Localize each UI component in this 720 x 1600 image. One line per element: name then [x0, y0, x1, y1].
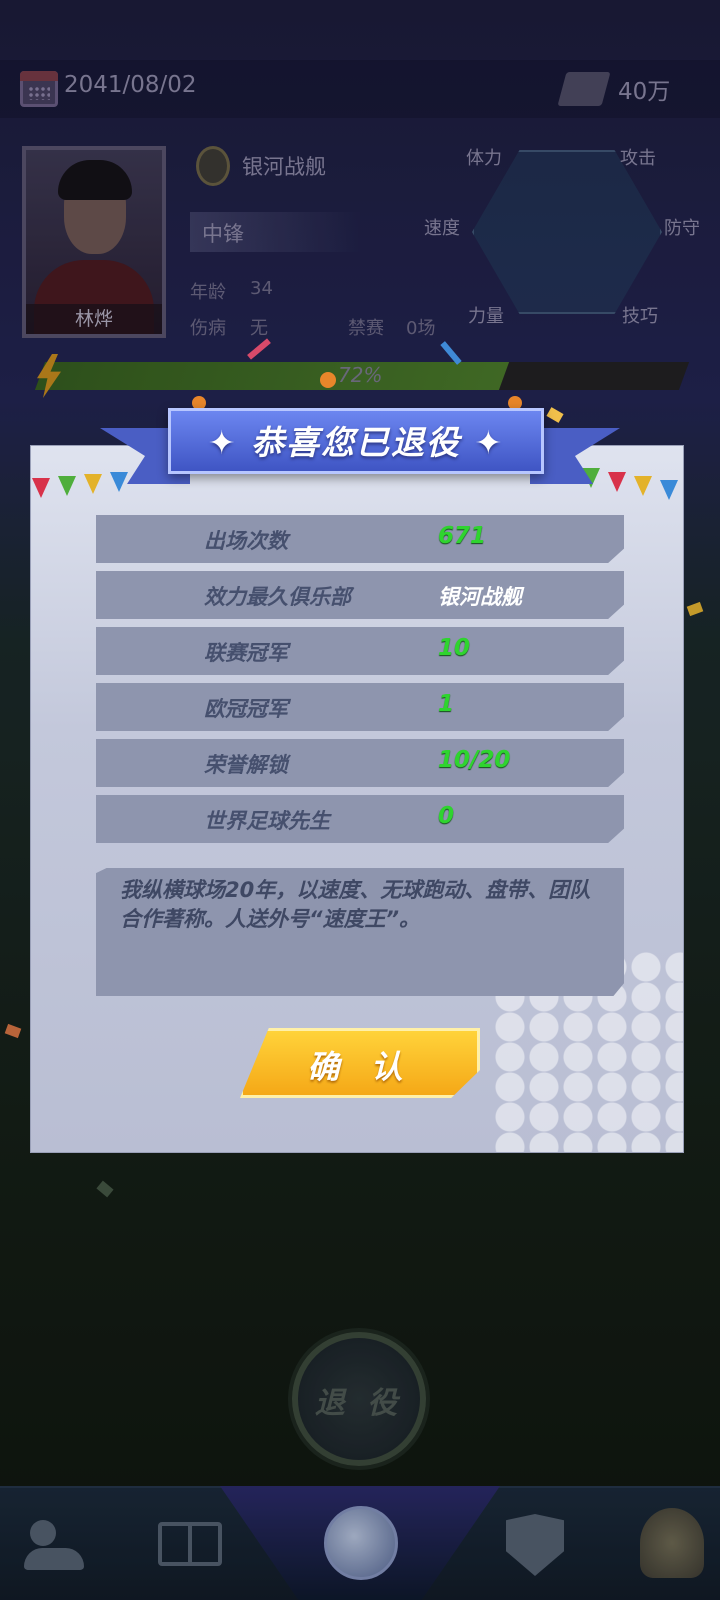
bunting-flag — [608, 472, 626, 492]
bunting-right — [574, 468, 684, 504]
stat-row — [96, 515, 624, 563]
stat-label-ballon-dor: 世界足球先生 — [204, 809, 330, 833]
bunting-flag — [84, 474, 102, 494]
stat-label-longest-club: 效力最久俱乐部 — [204, 585, 351, 609]
bunting-flag — [634, 476, 652, 496]
stat-row — [96, 739, 624, 787]
bunting-flag — [58, 476, 76, 496]
stat-value-longest-club: 银河战舰 — [438, 585, 522, 609]
modal-title: ✦ 恭喜您已退役 ✦ — [207, 423, 505, 462]
stat-value-honors: 10/20 — [438, 747, 511, 773]
stat-label-league-titles: 联赛冠军 — [204, 641, 288, 665]
stat-value-ucl-titles: 1 — [438, 691, 455, 717]
stat-label-appearances: 出场次数 — [204, 529, 288, 553]
bunting-flag — [110, 472, 128, 492]
stat-value-league-titles: 10 — [438, 635, 471, 661]
stat-row — [96, 627, 624, 675]
stat-row — [96, 571, 624, 619]
stat-value-ballon-dor: 0 — [438, 803, 455, 829]
stat-value-appearances: 671 — [438, 523, 487, 549]
confetti-piece — [320, 372, 336, 388]
stat-row — [96, 683, 624, 731]
bunting-flag — [660, 480, 678, 500]
career-description: 我纵横球场20年，以速度、无球跑动、盘带、团队合作著称。人送外号“速度王”。 — [120, 878, 591, 931]
confirm-button-label: 确 认 — [307, 1048, 413, 1086]
stat-label-ucl-titles: 欧冠冠军 — [204, 697, 288, 721]
stat-label-honors: 荣誉解锁 — [204, 753, 288, 777]
bunting-flag — [32, 478, 50, 498]
stat-row — [96, 795, 624, 843]
